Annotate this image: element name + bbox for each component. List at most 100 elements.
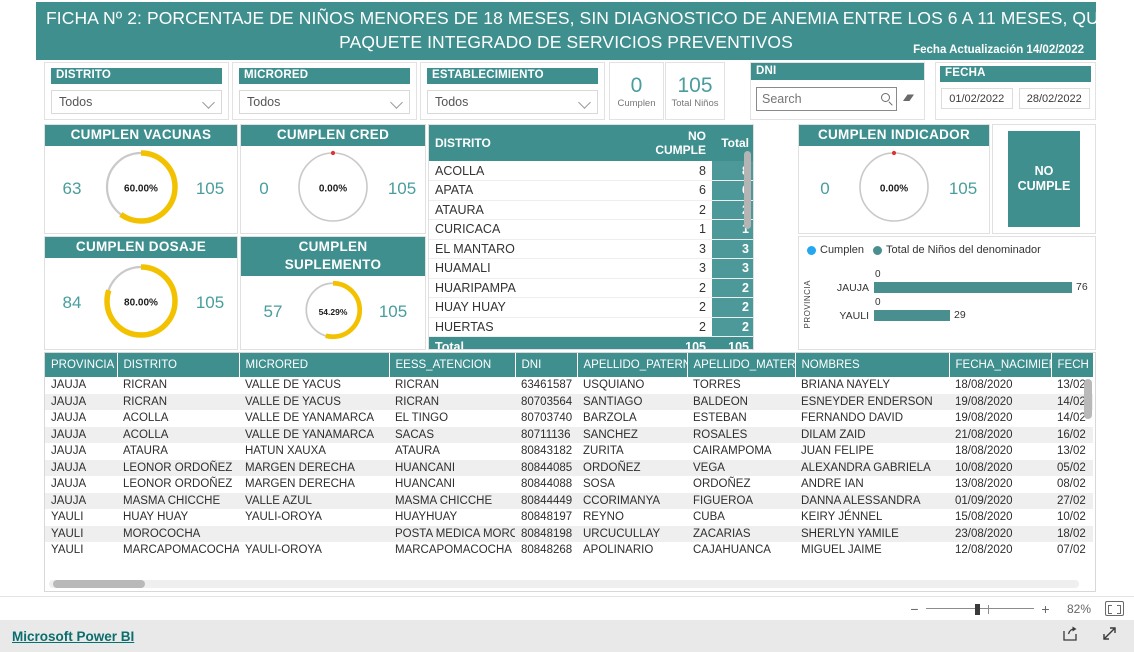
- fecha-from-input[interactable]: 01/02/2022: [941, 88, 1013, 109]
- table-row[interactable]: JAUJA MASMA CHICCHE VALLE AZUL MASMA CHICCH…: [45, 492, 1093, 509]
- table-cell: SACAS: [389, 426, 515, 443]
- matrix-row[interactable]: ATAURA22: [429, 200, 753, 220]
- detail-col-nombres[interactable]: NOMBRES: [795, 353, 950, 377]
- table-row[interactable]: YAULIMOROCOCHA POSTA MEDICA MOROCOCHA8084…: [45, 525, 1093, 542]
- matrix-vertical-scrollbar[interactable]: [744, 151, 751, 229]
- zoom-out-button[interactable]: −: [909, 601, 920, 617]
- card-cumplen-vacunas: CUMPLEN VACUNAS 63 60.00% 105: [44, 124, 238, 234]
- slicer-establecimiento-dropdown[interactable]: Todos: [427, 90, 598, 114]
- matrix-col-no-cumple[interactable]: NO CUMPLE: [634, 125, 712, 161]
- card-cumplen-suplemento-body: 57 54.29% 105: [241, 276, 425, 348]
- slicer-dni[interactable]: DNI Search: [750, 62, 925, 120]
- table-cell: LEONOR ORDOÑEZ: [123, 478, 233, 490]
- table-cell: ORDOÑEZ: [577, 459, 687, 476]
- zoom-slider[interactable]: [926, 603, 1034, 615]
- detail-col-distrito[interactable]: DISTRITO: [117, 353, 240, 377]
- card-cumplen-indicador-title: CUMPLEN INDICADOR: [799, 125, 989, 146]
- no-cumple-line-1: NO: [1034, 164, 1054, 178]
- fullscreen-icon[interactable]: [1101, 625, 1118, 647]
- table-cell: 10/08/2020: [949, 459, 1051, 476]
- matrix-row[interactable]: HUAY HUAY 2 2: [429, 297, 753, 318]
- detail-col-apellido-materno[interactable]: APELLIDO_MATERNO: [687, 353, 796, 377]
- last-update-label: Fecha Actualización 14/02/2022: [913, 44, 1084, 56]
- matrix-total-total: 105: [712, 336, 753, 349]
- slicer-distrito-dropdown[interactable]: Todos: [51, 90, 222, 114]
- matrix-total-label: Total: [429, 336, 634, 349]
- chart-bar-total-jauja[interactable]: [874, 282, 1072, 293]
- detail-col-eess-atencion[interactable]: EESS_ATENCION: [389, 353, 516, 377]
- matrix-cell-no-cumple: 3: [634, 239, 712, 259]
- detail-col-provincia[interactable]: PROVINCIA: [45, 353, 118, 377]
- slicer-fecha[interactable]: FECHA 01/02/2022 28/02/2022: [935, 62, 1096, 120]
- slicer-microred[interactable]: MICRORED Todos: [232, 62, 417, 120]
- matrix-cell-total: 3: [712, 239, 753, 259]
- table-cell: SANTIAGO: [577, 393, 687, 410]
- chart-bar-total-yauli[interactable]: [874, 310, 950, 321]
- detail-col-apellido-paterno[interactable]: APELLIDO_PATERNO: [577, 353, 688, 377]
- table-row[interactable]: JAUJA LEONOR ORDOÑEZ MARGEN DERECHA HUANCAN…: [45, 476, 1093, 493]
- matrix-row[interactable]: HUARIPAMPA 2 2: [429, 278, 753, 298]
- matrix-row[interactable]: EL MANTARO 3 3: [429, 239, 753, 259]
- table-cell: VALLE DE YACUS: [245, 379, 341, 391]
- table-cell: 80848197: [521, 511, 573, 523]
- table-row[interactable]: JAUJA LEONOR ORDOÑEZ MARGEN DERECHA HUANCAN…: [45, 459, 1093, 476]
- detail-col-microred[interactable]: MICRORED: [239, 353, 390, 377]
- matrix-col-distrito[interactable]: DISTRITO: [429, 125, 634, 161]
- table-row[interactable]: JAUJA ATAURA HATUN XAUXA ATAURA 80843182 ZURI…: [45, 443, 1093, 460]
- table-cell: HATUN XAUXA: [245, 445, 326, 457]
- card-cumplen-cred-body: 0 0.00% 105: [241, 146, 425, 232]
- matrix-distrito[interactable]: DISTRITO NO CUMPLE Total ACOLLA88APATA66…: [428, 124, 754, 350]
- detail-col-fech[interactable]: FECH: [1051, 353, 1094, 377]
- chart-bar-group-yauli[interactable]: YAULI 0 29: [817, 297, 1091, 324]
- table-row[interactable]: JAUJA RICRAN VALLE DE YACUS RICRAN 80703564 S…: [45, 393, 1093, 410]
- table-cell: REYNO: [583, 511, 624, 523]
- table-row[interactable]: JAUJA RICRAN VALLE DE YACUS RICRAN 63461587 U…: [45, 377, 1093, 394]
- card-cumplen-suplemento-title-2: SUPLEMENTO: [284, 257, 382, 272]
- table-cell: CAJAHUANCA: [693, 544, 771, 556]
- slicer-distrito[interactable]: DISTRITO Todos: [44, 62, 229, 120]
- detail-horizontal-scrollbar[interactable]: [53, 580, 145, 588]
- table-cell: JAUJA: [51, 412, 87, 424]
- zoom-in-button[interactable]: +: [1040, 601, 1051, 617]
- table-row[interactable]: YAULI HUAY HUAY YAULI-OROYA HUAYHUAY 8084819…: [45, 509, 1093, 526]
- table-row[interactable]: YAULI MARCAPOMACOCHA YAULI-OROYA MARCAPOMAC…: [45, 542, 1093, 559]
- eraser-icon[interactable]: [897, 92, 919, 107]
- microsoft-power-bi-link[interactable]: Microsoft Power BI: [12, 629, 134, 644]
- detail-col-fecha-nacimiento[interactable]: FECHA_NACIMIENTO: [949, 353, 1052, 377]
- table-cell: 27/02: [1051, 492, 1093, 509]
- slicer-establecimiento[interactable]: ESTABLECIMIENTO Todos: [420, 62, 605, 120]
- table-cell: 80844449: [515, 492, 577, 509]
- slicer-microred-dropdown[interactable]: Todos: [239, 90, 410, 114]
- matrix-row[interactable]: HUERTAS 2 2: [429, 317, 753, 337]
- fecha-to-input[interactable]: 28/02/2022: [1018, 88, 1090, 109]
- detail-horizontal-scroll-track[interactable]: [49, 580, 1079, 588]
- detail-body: JAUJA RICRAN VALLE DE YACUS RICRAN 63461587 U…: [45, 377, 1093, 559]
- chart-bar-group-jauja[interactable]: JAUJA 0 76: [817, 269, 1091, 296]
- slicer-microred-value: Todos: [247, 95, 281, 109]
- zoom-slider-thumb[interactable]: [975, 603, 980, 615]
- matrix-row[interactable]: HUAMALI 3 3: [429, 258, 753, 279]
- matrix-cell-distrito: ATAURA: [429, 200, 634, 220]
- share-icon[interactable]: [1062, 625, 1079, 647]
- matrix-row[interactable]: CURICACA 1 1: [429, 219, 753, 240]
- gauge-vacunas-min: 63: [62, 179, 82, 198]
- table-cell: ACOLLA: [123, 412, 169, 424]
- detail-header-row: PROVINCIA DISTRITO MICRORED EESS_ATENCION DN…: [45, 353, 1094, 377]
- table-row[interactable]: JAUJA ACOLLA VALLE DE YANAMARCA SACAS 807111…: [45, 426, 1093, 443]
- dni-search-input[interactable]: Search: [756, 87, 897, 111]
- detail-data-table[interactable]: PROVINCIA DISTRITO MICRORED EESS_ATENCION DN…: [44, 352, 1096, 592]
- table-cell: JAUJA: [45, 492, 117, 509]
- table-row[interactable]: JAUJA ACOLLA VALLE DE YANAMARCA EL TINGO 807…: [45, 410, 1093, 427]
- matrix-row[interactable]: ACOLLA88: [429, 161, 753, 181]
- matrix-row[interactable]: APATA66: [429, 180, 753, 201]
- gauge-dosaje-min: 84: [62, 293, 82, 312]
- matrix-cell-no-cumple: 2: [634, 200, 712, 220]
- table-cell: DANNA ALESSANDRA: [795, 492, 949, 509]
- table-cell: [239, 525, 389, 542]
- detail-col-dni[interactable]: DNI: [515, 353, 578, 377]
- table-cell: MASMA CHICCHE: [117, 492, 239, 509]
- detail-vertical-scrollbar[interactable]: [1084, 379, 1092, 419]
- chart-provincia-bar[interactable]: Cumplen Total de Niños del denominador P…: [798, 236, 1096, 350]
- slicer-distrito-label: DISTRITO: [51, 68, 222, 84]
- fit-to-page-icon[interactable]: [1105, 601, 1124, 616]
